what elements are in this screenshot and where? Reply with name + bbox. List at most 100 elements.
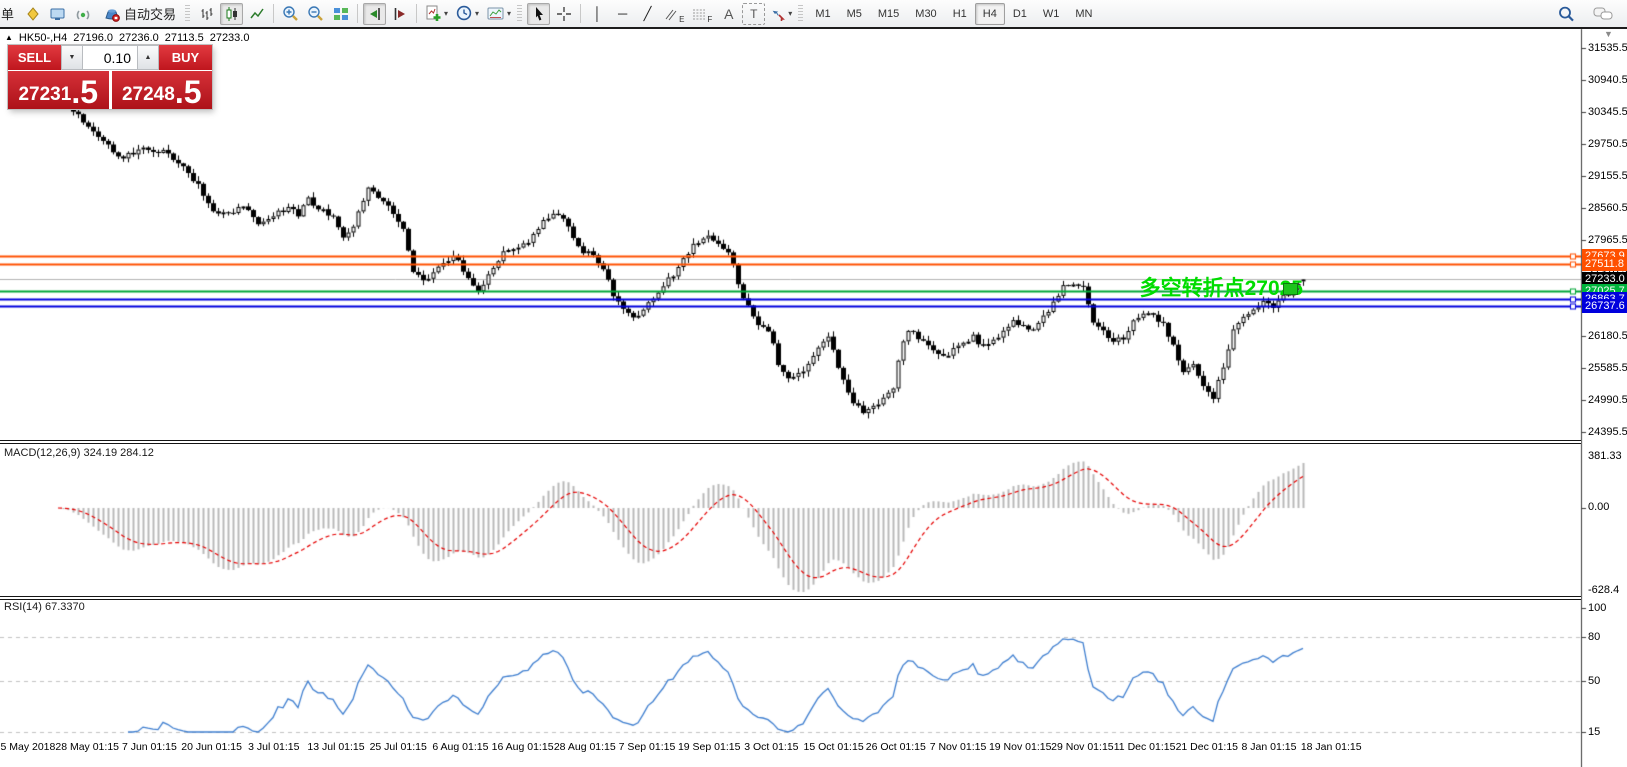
metaeditor-button[interactable]: [21, 3, 44, 25]
open-value: 27196.0: [73, 32, 113, 44]
toolbar-grip: [185, 5, 190, 23]
price-tick-label: 27965.5: [1588, 234, 1627, 246]
volume-decrease-button[interactable]: ▼: [61, 45, 83, 70]
chat-icon: [1593, 6, 1613, 22]
timeframe-m30[interactable]: M30: [907, 3, 944, 25]
price-tick-label: 30345.5: [1588, 106, 1627, 118]
sell-button[interactable]: SELL: [8, 45, 61, 70]
timeframe-d1[interactable]: D1: [1005, 3, 1035, 25]
toolbar-separator: [273, 4, 274, 23]
buy-signal-marker[interactable]: [1283, 283, 1298, 295]
dropdown-icon: ▾: [788, 9, 792, 18]
new-order-button[interactable]: 单: [0, 3, 19, 25]
timeframe-h1[interactable]: H1: [945, 3, 975, 25]
arrows-icon: [770, 6, 786, 22]
sell-price-display[interactable]: 27231 .5: [8, 71, 109, 109]
channel-tool[interactable]: E: [661, 3, 687, 25]
autotrading-button[interactable]: 自动交易: [97, 3, 182, 25]
label-tool[interactable]: T: [742, 3, 765, 25]
dropdown-icon: ▾: [475, 9, 479, 18]
crosshair-button[interactable]: [552, 3, 575, 25]
search-button[interactable]: [1554, 3, 1578, 25]
time-tick-label: 21 Dec 01:15: [1176, 741, 1238, 753]
zoom-out-button[interactable]: [304, 3, 327, 25]
rsi-indicator-label: RSI(14) 67.3370: [4, 601, 85, 613]
signals-button[interactable]: [72, 3, 95, 25]
templates-button[interactable]: ▾: [484, 3, 514, 25]
chart-window-top-border: [0, 27, 1627, 29]
zoom-in-button[interactable]: [279, 3, 302, 25]
macd-panel-splitter[interactable]: [0, 440, 1581, 444]
time-tick-label: 19 Sep 01:15: [678, 741, 740, 753]
time-tick-label: 29 Nov 01:15: [1051, 741, 1113, 753]
fibonacci-icon: [692, 7, 706, 21]
zoom-out-icon: [307, 5, 324, 22]
timeframe-w1[interactable]: W1: [1035, 3, 1068, 25]
chart-shift-button[interactable]: [388, 3, 411, 25]
low-value: 27113.5: [165, 32, 204, 44]
time-tick-label: 20 Jun 01:15: [181, 741, 242, 753]
text-tool[interactable]: A: [717, 3, 740, 25]
tile-windows-icon: [333, 6, 349, 22]
timeframe-m5[interactable]: M5: [839, 3, 870, 25]
templates-icon: [487, 6, 505, 22]
turning-point-annotation: 多空转折点27025: [1103, 272, 1303, 302]
timeframe-m15[interactable]: M15: [870, 3, 907, 25]
line-chart-button[interactable]: [245, 3, 268, 25]
time-tick-label: 28 Aug 01:15: [554, 741, 616, 753]
rsi-panel-splitter[interactable]: [0, 596, 1581, 600]
chat-button[interactable]: [1590, 3, 1616, 25]
horizontal-line-tool[interactable]: ─: [611, 3, 634, 25]
time-tick-label: 15 Oct 01:15: [804, 741, 864, 753]
toolbar: 单 自动交易: [0, 0, 1627, 27]
trendline-tool[interactable]: ╱: [636, 3, 659, 25]
crosshair-icon: [556, 6, 572, 22]
macd-axis-zero: 0.00: [1588, 501, 1609, 513]
timeframe-mn[interactable]: MN: [1067, 3, 1100, 25]
buy-price-display[interactable]: 27248 .5: [112, 71, 213, 109]
time-tick-label: 11 Dec 01:15: [1114, 741, 1176, 753]
candlestick-chart-button[interactable]: [220, 3, 243, 25]
toolbar-grip: [798, 5, 803, 23]
vertical-line-tool[interactable]: │: [586, 3, 609, 25]
indicators-icon: [425, 5, 442, 22]
timeframe-m1[interactable]: M1: [807, 3, 838, 25]
buy-button[interactable]: BUY: [159, 45, 212, 70]
toolbar-separator: [416, 4, 417, 23]
collapse-icon[interactable]: ▲: [5, 33, 13, 44]
price-level-badge: 26737.6: [1582, 299, 1627, 313]
time-tick-label: 7 Jun 01:15: [122, 741, 177, 753]
volume-increase-button[interactable]: ▲: [137, 45, 159, 70]
sell-price-main: 27231: [18, 85, 71, 104]
label-t-glyph: T: [750, 7, 757, 21]
scroll-end-icon[interactable]: ▼: [1604, 29, 1613, 39]
buy-price-pip: .5: [175, 80, 202, 106]
timeframe-h4[interactable]: H4: [975, 3, 1005, 25]
indicators-button[interactable]: ▾: [422, 3, 451, 25]
time-tick-label: 7 Nov 01:15: [930, 741, 987, 753]
rsi-tick-label: 15: [1588, 726, 1600, 738]
arrows-tool[interactable]: ▾: [767, 3, 795, 25]
high-value: 27236.0: [119, 32, 159, 44]
volume-input[interactable]: [83, 45, 137, 70]
macd-axis-min: -628.4: [1588, 584, 1619, 596]
autotrading-icon: [103, 6, 121, 22]
time-tick-label: 19 Nov 01:15: [989, 741, 1051, 753]
auto-scroll-button[interactable]: [363, 3, 386, 25]
rsi-tick-label: 50: [1588, 675, 1600, 687]
price-tick-label: 28560.5: [1588, 202, 1627, 214]
rsi-tick-label: 100: [1588, 602, 1606, 614]
cursor-button[interactable]: [527, 3, 550, 25]
price-tick-label: 26180.5: [1588, 330, 1627, 342]
fibo-f-label: F: [707, 15, 712, 24]
time-tick-label: 7 Sep 01:15: [619, 741, 676, 753]
price-tick-label: 29155.5: [1588, 170, 1627, 182]
price-level-badge: 27511.8: [1582, 257, 1627, 271]
periods-button[interactable]: ▾: [453, 3, 482, 25]
fibonacci-tool[interactable]: F: [689, 3, 715, 25]
auto-scroll-icon: [367, 6, 383, 22]
price-chart-canvas[interactable]: [0, 0, 1627, 767]
bar-chart-button[interactable]: [195, 3, 218, 25]
virtual-hosting-button[interactable]: [46, 3, 70, 25]
tile-windows-button[interactable]: [329, 3, 352, 25]
